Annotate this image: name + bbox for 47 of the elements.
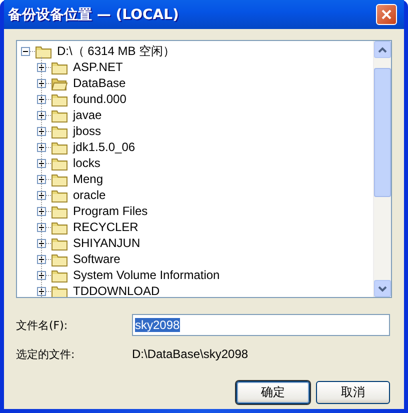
expand-icon[interactable] <box>37 142 46 152</box>
caret-up-icon <box>378 46 387 52</box>
expand-icon[interactable] <box>37 206 46 216</box>
collapse-icon[interactable] <box>21 46 30 56</box>
expand-icon[interactable] <box>37 222 46 232</box>
tree-item[interactable]: System Volume Information <box>71 268 222 282</box>
ok-button[interactable]: 确定 <box>236 381 310 404</box>
expand-icon[interactable] <box>37 174 46 184</box>
expand-icon[interactable] <box>37 270 46 280</box>
tree-item[interactable]: javae <box>71 108 104 122</box>
field-label: 选定的文件: <box>16 346 76 362</box>
tree-item[interactable]: Program Files <box>71 204 150 218</box>
caret-down-icon <box>378 286 387 292</box>
tree-item[interactable]: found.000 <box>71 92 128 106</box>
expand-icon[interactable] <box>37 158 46 168</box>
tree-item[interactable]: DataBase <box>71 76 128 90</box>
cancel-button[interactable]: 取消 <box>316 381 390 404</box>
close-icon <box>381 9 392 20</box>
tree-item[interactable]: TDDOWNLOAD <box>71 284 162 297</box>
tree-item[interactable]: oracle <box>71 188 108 202</box>
expand-icon[interactable] <box>37 238 46 248</box>
folder-tree[interactable]: D:\（ 6314 MB 空闲） ASP.NET DataBase found.000 javae jboss jdk1.5.0_06 locks Meng oracle Program Files RECYCLER SHIYANJUN Software System Volume Information TDDOWNLOAD <box>16 40 392 298</box>
expand-icon[interactable] <box>37 110 46 120</box>
scroll-thumb[interactable] <box>374 68 391 197</box>
scroll-up-button[interactable] <box>374 41 391 58</box>
tree-item[interactable]: ASP.NET <box>71 60 125 74</box>
expand-icon[interactable] <box>37 126 46 136</box>
expand-icon[interactable] <box>37 190 46 200</box>
tree-item[interactable]: SHIYANJUN <box>71 236 142 250</box>
tree-item[interactable]: RECYCLER <box>71 220 140 234</box>
field-label: 文件名(F): <box>16 318 69 332</box>
tree-item[interactable]: D:\（ 6314 MB 空闲） <box>55 42 178 60</box>
tree-item[interactable]: jboss <box>71 124 104 138</box>
selected-file-path: D:\DataBase\sky2098 <box>132 347 248 361</box>
tree-item[interactable]: Software <box>71 252 122 266</box>
expand-icon[interactable] <box>37 94 46 104</box>
tree-item[interactable]: jdk1.5.0_06 <box>71 140 138 154</box>
tree-item[interactable]: Meng <box>71 172 106 186</box>
expand-icon[interactable] <box>37 62 46 72</box>
expand-icon[interactable] <box>37 78 46 88</box>
close-button[interactable] <box>376 4 397 25</box>
expand-icon[interactable] <box>37 286 46 296</box>
expand-icon[interactable] <box>37 254 46 264</box>
window-title: 备份设备位置 — (LOCAL) <box>8 6 179 24</box>
input-field[interactable]: sky2098 <box>132 314 390 336</box>
tree-item[interactable]: locks <box>71 156 102 170</box>
scroll-down-button[interactable] <box>374 280 391 297</box>
